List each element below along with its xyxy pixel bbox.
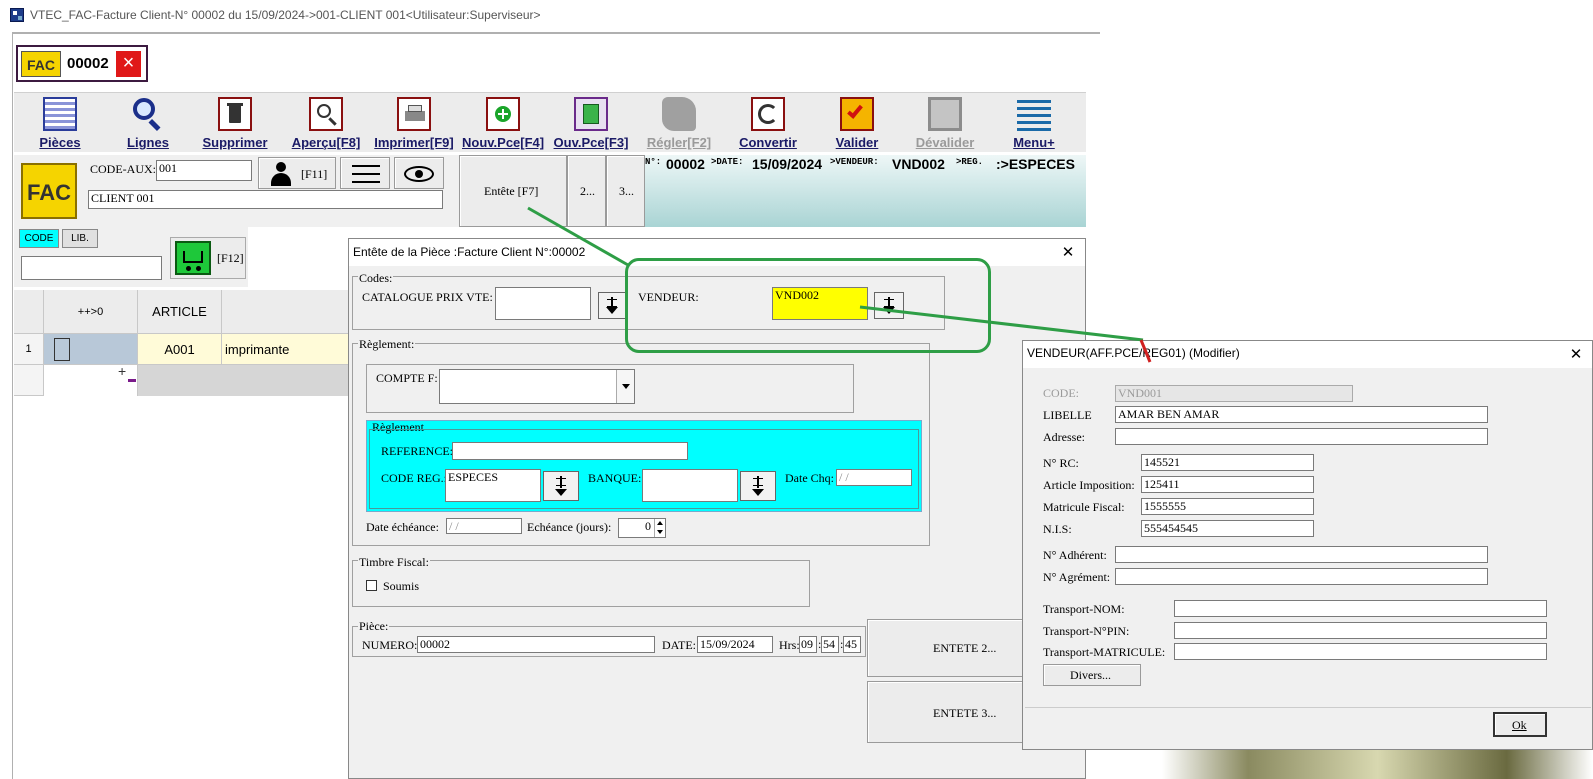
annotation-arrows [527, 206, 1152, 363]
